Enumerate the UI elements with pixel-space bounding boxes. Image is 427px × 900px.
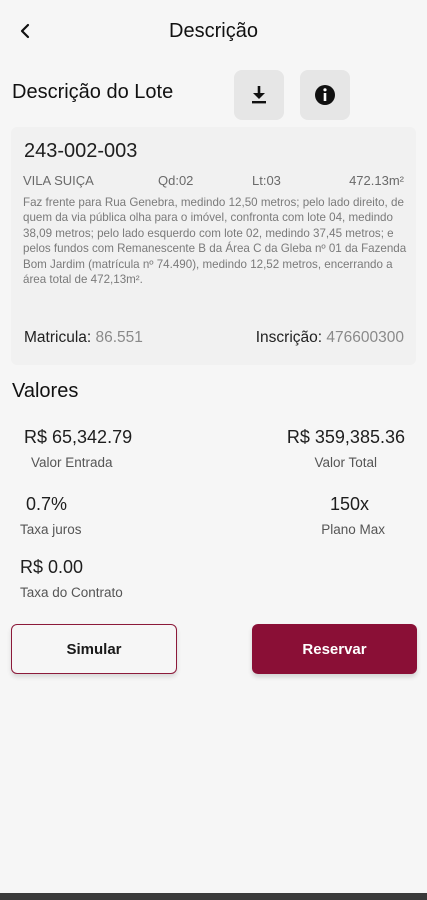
lote-card: 243-002-003 VILA SUIÇA Qd:02 Lt:03 472.1…: [11, 127, 416, 365]
juros-label: Taxa juros: [20, 522, 82, 537]
lote-code: 243-002-003: [24, 140, 138, 162]
total-value: R$ 359,385.36: [286, 427, 405, 447]
area: 472.13m²: [349, 173, 404, 188]
download-icon: [252, 86, 266, 104]
lote-section-title: Descrição do Lote: [12, 81, 174, 103]
reservar-button[interactable]: Reservar: [252, 624, 417, 674]
total-label: Valor Total: [314, 455, 377, 470]
inscricao: Inscrição: 476600300: [256, 329, 404, 347]
matricula: Matricula: 86.551: [24, 329, 143, 347]
app-header: Descrição: [0, 0, 427, 62]
entrada-label: Valor Entrada: [31, 455, 113, 470]
plano-value: 150x: [329, 494, 369, 514]
neighborhood: VILA SUIÇA: [23, 173, 94, 188]
info-icon: [315, 85, 335, 105]
download-button[interactable]: [234, 70, 284, 120]
inscricao-value: 476600300: [326, 329, 404, 346]
page-title: Descrição: [169, 19, 258, 42]
juros-value: 0.7%: [26, 494, 68, 514]
matricula-label: Matricula:: [24, 329, 92, 346]
entrada-value: R$ 65,342.79: [24, 427, 133, 447]
valores-section-title: Valores: [12, 380, 79, 402]
back-arrow-icon: [20, 23, 30, 39]
contrato-value: R$ 0.00: [20, 557, 84, 577]
contrato-label: Taxa do Contrato: [20, 585, 123, 600]
inscricao-label: Inscrição:: [255, 329, 323, 346]
simular-button[interactable]: Simular: [11, 624, 177, 674]
lote-description: Faz frente para Rua Genebra, medindo 12,…: [23, 196, 407, 287]
info-button[interactable]: [300, 70, 350, 120]
lote-number: Lt:03: [252, 173, 281, 188]
matricula-value: 86.551: [95, 329, 143, 346]
plano-label: Plano Max: [321, 522, 385, 537]
back-button[interactable]: [14, 18, 36, 44]
bottom-nav-bar: [0, 893, 427, 900]
quadra: Qd:02: [158, 173, 194, 188]
